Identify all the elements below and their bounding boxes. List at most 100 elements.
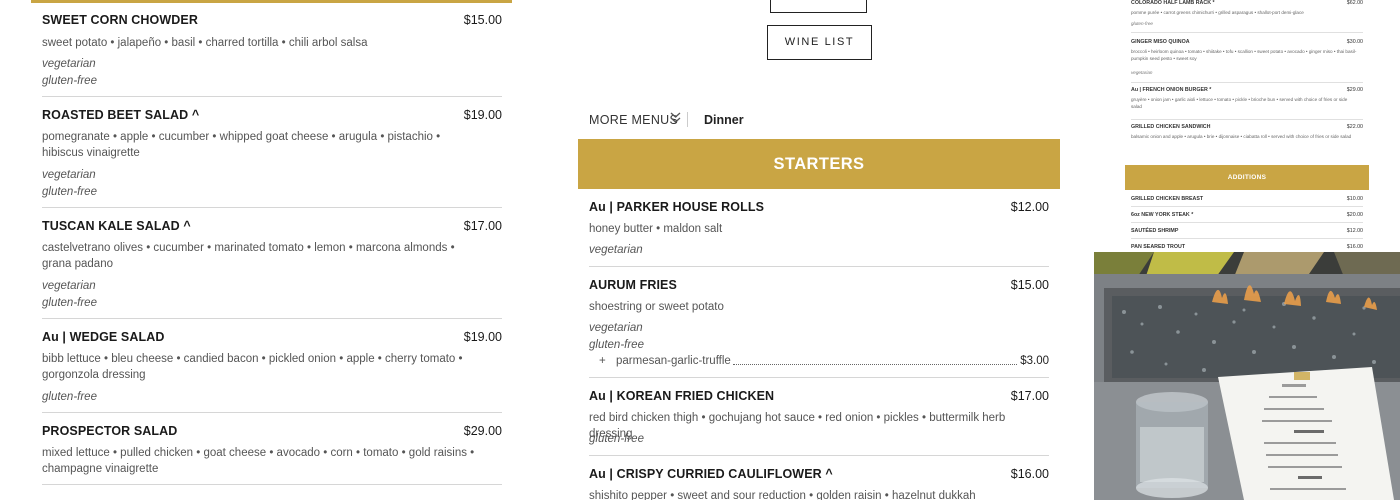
menu-item-name: GRILLED CHICKEN SANDWICH <box>1131 124 1211 130</box>
menu-item-description: sweet potato • jalapeño • basil • charre… <box>42 37 368 49</box>
addition-name: PAN SEARED TROUT <box>1131 244 1186 250</box>
menu-item-description: pomme purée • carrot greens chimichurri … <box>1131 10 1304 15</box>
menu-item-description: pomegranate • apple • cucumber • whipped… <box>42 131 441 159</box>
addition-row: 6oz NEW YORK STEAK * $20.00 <box>1131 212 1363 224</box>
menu-item-price: $29.00 <box>1346 87 1363 93</box>
menu-item: Au | PARKER HOUSE ROLLS $12.00 honey but… <box>589 200 1049 268</box>
divider <box>687 112 688 127</box>
dietary-tag: vegetarian <box>589 244 643 256</box>
double-chevron-down-icon[interactable] <box>670 112 681 127</box>
menu-item-price: $17.00 <box>463 219 502 233</box>
menu-item-price: $12.00 <box>1010 200 1049 214</box>
menu-item-name: Au | CRISPY CURRIED CAULIFLOWER ^ <box>589 467 833 481</box>
menu-item: COLORADO HALF LAMB RACK * $62.00 pomme p… <box>1131 0 1363 34</box>
add-on-price: $3.00 <box>1020 355 1049 367</box>
divider <box>42 207 502 208</box>
divider <box>589 455 1049 456</box>
addition-price: $16.00 <box>1346 244 1363 250</box>
dietary-tag: gluten-free <box>589 339 644 351</box>
addition-name: GRILLED CHICKEN BREAST <box>1131 196 1204 202</box>
menu-item: Au | WEDGE SALAD $19.00 bibb lettuce • b… <box>42 330 502 415</box>
menu-item-price: $16.00 <box>1010 467 1049 481</box>
divider <box>589 266 1049 267</box>
left-menu-panel: SWEET CORN CHOWDER $15.00 sweet potato •… <box>31 0 512 500</box>
addition-name: 6oz NEW YORK STEAK * <box>1131 212 1194 218</box>
section-title: STARTERS <box>773 155 865 173</box>
additions-header: ADDITIONS <box>1125 165 1369 190</box>
menu-item-price: $19.00 <box>463 330 502 344</box>
dietary-tag: gluten-free <box>589 433 644 445</box>
menu-item-description: bibb lettuce • bleu cheese • candied bac… <box>42 353 463 381</box>
menu-item: Au | CRISPY CURRIED CAULIFLOWER ^ $16.00… <box>589 467 1049 500</box>
menu-item-price: $15.00 <box>463 13 502 27</box>
addition-row: PAN SEARED TROUT $16.00 <box>1131 244 1363 252</box>
divider <box>42 412 502 413</box>
menu-item-name: Au | FRENCH ONION BURGER * <box>1131 87 1212 93</box>
menu-item-description: shoestring or sweet potato <box>589 301 724 313</box>
restaurant-photo[interactable] <box>1094 252 1400 500</box>
menu-item-price: $62.00 <box>1346 0 1363 6</box>
more-menus-dropdown[interactable]: MORE MENUS <box>589 113 678 127</box>
addition-price: $20.00 <box>1346 212 1363 218</box>
menu-item: Au | FRENCH ONION BURGER * $29.00 gruyèr… <box>1131 87 1363 121</box>
addition-row: SAUTÉED SHRIMP $12.00 <box>1131 228 1363 240</box>
menu-item-price: $17.00 <box>1010 389 1049 403</box>
divider <box>589 377 1049 378</box>
menu-item-description: red bird chicken thigh • gochujang hot s… <box>589 412 1006 440</box>
gallery-panel: COLORADO HALF LAMB RACK * $62.00 pomme p… <box>1094 0 1400 500</box>
menu-item: Au | KOREAN FRIED CHICKEN $17.00 red bir… <box>589 389 1049 457</box>
dietary-tag: gluten-free <box>42 75 97 87</box>
divider <box>1131 206 1363 207</box>
menu-item-name: SWEET CORN CHOWDER <box>42 13 198 27</box>
current-menu-tab[interactable]: Dinner <box>704 113 744 127</box>
menu-item-name: TUSCAN KALE SALAD ^ <box>42 219 191 233</box>
menu-item-name: Au | PARKER HOUSE ROLLS <box>589 200 765 214</box>
menu-item-price: $15.00 <box>1010 278 1049 292</box>
menu-item: ROASTED BEET SALAD ^ $19.00 pomegranate … <box>42 108 502 209</box>
addition-price: $12.00 <box>1346 228 1363 234</box>
menu-item: SWEET CORN CHOWDER $15.00 sweet potato •… <box>42 13 502 98</box>
divider <box>42 96 502 97</box>
menu-item-price: $19.00 <box>463 108 502 122</box>
addition-row: GRILLED CHICKEN BREAST $10.00 <box>1131 196 1363 208</box>
menu-item: TUSCAN KALE SALAD ^ $17.00 castelvetrano… <box>42 219 502 320</box>
menu-item-name: COLORADO HALF LAMB RACK * <box>1131 0 1215 6</box>
menu-item: GRILLED CHICKEN SANDWICH $22.00 balsamic… <box>1131 124 1363 158</box>
wine-list-button[interactable]: WINE LIST <box>767 25 872 60</box>
divider <box>42 318 502 319</box>
dietary-tag: vegetarian <box>589 322 643 334</box>
addition-price: $10.00 <box>1346 196 1363 202</box>
accent-bar <box>31 0 512 3</box>
divider <box>1131 82 1363 83</box>
dietary-tag: vegetarian <box>42 169 96 181</box>
menu-item-price: $29.00 <box>463 424 502 438</box>
menu-item-name: AURUM FRIES <box>589 278 677 292</box>
divider <box>42 484 502 485</box>
dot-leader <box>733 364 1017 365</box>
menu-item-description: castelvetrano olives • cucumber • marina… <box>42 242 455 270</box>
plus-icon: + <box>599 355 606 367</box>
dietary-tag: gluten-free <box>1131 21 1153 26</box>
menu-item-name: ROASTED BEET SALAD ^ <box>42 108 200 122</box>
menu-item: PROSPECTOR SALAD $29.00 mixed lettuce • … <box>42 424 502 500</box>
menu-item-description: mixed lettuce • pulled chicken • goat ch… <box>42 447 475 475</box>
menu-item-name: GINGER MISO QUINOA <box>1131 39 1190 45</box>
menu-item-description: honey butter • maldon salt <box>589 223 723 235</box>
menu-item-description: shishito pepper • sweet and sour reducti… <box>589 490 976 500</box>
dietary-tag: gluten-free <box>42 186 97 198</box>
menu-item-name: Au | WEDGE SALAD <box>42 330 165 344</box>
divider <box>1131 32 1363 33</box>
menu-item-price: $22.00 <box>1346 124 1363 130</box>
dietary-tag: vegetarian <box>42 58 96 70</box>
dietary-tag: gluten-free <box>42 297 97 309</box>
divider <box>1131 222 1363 223</box>
addition-name: SAUTÉED SHRIMP <box>1131 228 1179 234</box>
menu-link-button[interactable] <box>770 0 867 13</box>
menu-item-price: $30.00 <box>1346 39 1363 45</box>
divider <box>1131 119 1363 120</box>
dinner-menu-panel: WINE LIST MORE MENUS Dinner STARTERS Au … <box>578 0 1060 500</box>
menu-item: GINGER MISO QUINOA $30.00 broccoli • hei… <box>1131 39 1363 84</box>
menu-item-description: balsamic onion and apple • arugula • bri… <box>1131 134 1352 139</box>
dietary-tag: vegetarian <box>1131 70 1153 75</box>
menu-item-description: gruyère • onion jam • garlic aioli • let… <box>1131 97 1348 109</box>
